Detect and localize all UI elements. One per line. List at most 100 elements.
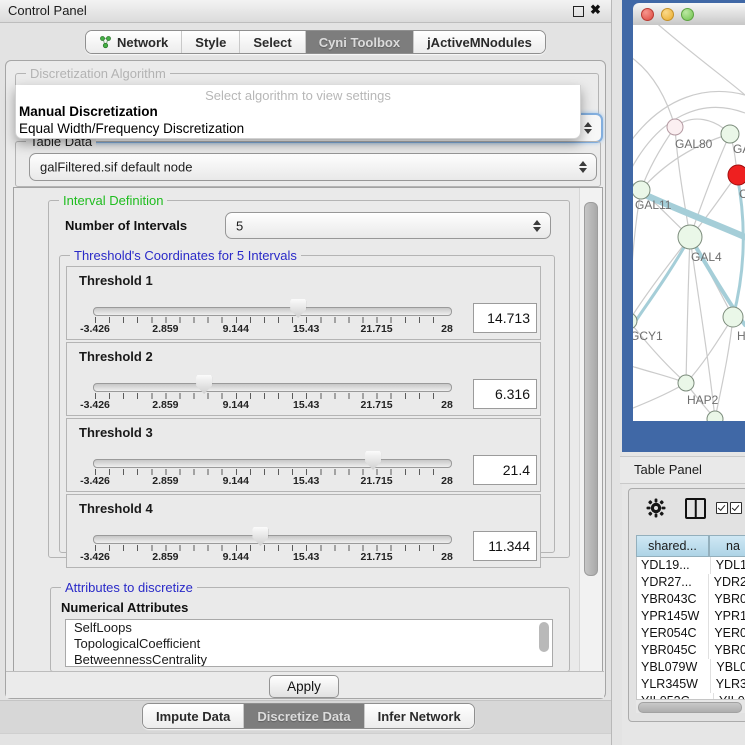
table-row[interactable]: YBR045CYBR0 bbox=[637, 642, 745, 659]
close-traffic-light-icon[interactable] bbox=[641, 8, 654, 21]
tick-label: 28 bbox=[441, 475, 453, 487]
threshold-value-field[interactable]: 6.316 bbox=[473, 379, 537, 409]
cell-name[interactable]: YBR0 bbox=[709, 642, 745, 659]
table-panel-container: shared... na YDL19...YDL1YDR27...YDR2YBR… bbox=[628, 488, 745, 722]
threshold-slider-track[interactable] bbox=[93, 459, 452, 468]
bottom-tab-infer-network[interactable]: Infer Network bbox=[365, 704, 474, 728]
bottom-tab-impute-data[interactable]: Impute Data bbox=[143, 704, 244, 728]
settings-scrollbar-thumb[interactable] bbox=[584, 202, 598, 576]
cell-shared-name[interactable]: YDL19... bbox=[637, 557, 711, 574]
algorithm-option-manual[interactable]: Manual Discretization bbox=[19, 104, 158, 119]
tick-label: 2.859 bbox=[152, 323, 178, 335]
cell-shared-name[interactable]: YER054C bbox=[637, 625, 709, 642]
checkbox-filter-icon[interactable] bbox=[716, 502, 728, 514]
tab-label: Style bbox=[195, 35, 226, 50]
threshold-label: Threshold 1 bbox=[79, 273, 153, 288]
threshold-value-field[interactable]: 11.344 bbox=[473, 531, 537, 561]
cell-name[interactable]: YER0 bbox=[709, 625, 745, 642]
tab-style[interactable]: Style bbox=[182, 31, 240, 53]
tick-label: 9.144 bbox=[223, 475, 249, 487]
minimize-traffic-light-icon[interactable] bbox=[661, 8, 674, 21]
attributes-group-label: Attributes to discretize bbox=[61, 580, 197, 595]
table-row[interactable]: YDL19...YDL1 bbox=[637, 557, 745, 574]
table-rows[interactable]: YDL19...YDL1YDR27...YDR2YBR043CYBR0YPR14… bbox=[636, 557, 745, 699]
bottom-tab-discretize-data[interactable]: Discretize Data bbox=[244, 704, 364, 728]
cell-name[interactable]: YDR2 bbox=[709, 574, 745, 591]
network-edge-highlighted[interactable] bbox=[633, 237, 690, 335]
tick-label: 15.43 bbox=[293, 399, 319, 411]
combobox-arrows-icon bbox=[578, 161, 587, 173]
cell-shared-name[interactable]: YBR045C bbox=[637, 642, 709, 659]
tab-label: Cyni Toolbox bbox=[319, 35, 400, 50]
table-row[interactable]: YPR145WYPR1 bbox=[637, 608, 745, 625]
table-row[interactable]: YDR27...YDR2 bbox=[637, 574, 745, 591]
column-header-shared-name[interactable]: shared... bbox=[636, 535, 709, 557]
network-edge[interactable] bbox=[690, 237, 715, 419]
tab-cyni-toolbox[interactable]: Cyni Toolbox bbox=[306, 31, 414, 53]
table-hscrollbar-thumb[interactable] bbox=[638, 702, 742, 713]
float-window-icon[interactable] bbox=[573, 6, 584, 17]
tab-jactivemnodules[interactable]: jActiveMNodules bbox=[414, 31, 545, 53]
threshold-slider-track[interactable] bbox=[93, 307, 452, 316]
threshold-value-field[interactable]: 21.4 bbox=[473, 455, 537, 485]
network-edge[interactable] bbox=[641, 127, 675, 190]
table-data-combobox[interactable]: galFiltered.sif default node bbox=[29, 153, 597, 181]
cell-shared-name[interactable]: YBL079W bbox=[637, 659, 711, 676]
network-node-green[interactable] bbox=[633, 181, 650, 199]
panel-divider[interactable] bbox=[612, 0, 622, 745]
table-row[interactable]: YLR345WYLR3 bbox=[637, 676, 745, 693]
tab-network[interactable]: Network bbox=[86, 31, 182, 53]
settings-scrollbar-track[interactable] bbox=[579, 188, 602, 672]
cell-name[interactable]: YDL1 bbox=[711, 557, 745, 574]
threshold-box-1: Threshold 1-3.4262.8599.14415.4321.71528… bbox=[66, 266, 541, 340]
cell-shared-name[interactable]: YDR27... bbox=[637, 574, 709, 591]
column-header-name[interactable]: na bbox=[709, 535, 745, 557]
attribute-list-item[interactable]: SelfLoops bbox=[66, 620, 552, 636]
network-node-green[interactable] bbox=[633, 313, 637, 329]
network-node-green[interactable] bbox=[723, 307, 743, 327]
cell-name[interactable]: YBL0 bbox=[711, 659, 745, 676]
table-settings-gear-icon[interactable] bbox=[646, 498, 666, 518]
slider-tick-labels: -3.4262.8599.14415.4321.71528 bbox=[95, 475, 447, 487]
threshold-slider-track[interactable] bbox=[93, 383, 452, 392]
network-node-pink[interactable] bbox=[667, 119, 683, 135]
cell-name[interactable]: YPR1 bbox=[709, 608, 745, 625]
algorithm-option-equal-width[interactable]: Equal Width/Frequency Discretization bbox=[19, 121, 244, 136]
tick-label: 9.144 bbox=[223, 399, 249, 411]
numerical-attributes-list[interactable]: SelfLoopsTopologicalCoefficientBetweenne… bbox=[65, 619, 553, 667]
network-node-green[interactable] bbox=[678, 225, 702, 249]
combobox-arrows-icon bbox=[583, 122, 592, 134]
column-visibility-icon[interactable] bbox=[685, 498, 706, 519]
zoom-traffic-light-icon[interactable] bbox=[681, 8, 694, 21]
checkbox-filter-icon[interactable] bbox=[730, 502, 742, 514]
number-of-intervals-combobox[interactable]: 5 bbox=[225, 212, 551, 239]
cell-shared-name[interactable]: YLR345W bbox=[637, 676, 711, 693]
table-row[interactable]: YBR043CYBR0 bbox=[637, 591, 745, 608]
tab-select[interactable]: Select bbox=[240, 31, 305, 53]
threshold-box-4: Threshold 4-3.4262.8599.14415.4321.71528… bbox=[66, 494, 541, 568]
network-edge[interactable] bbox=[633, 383, 686, 410]
table-row[interactable]: YER054CYER0 bbox=[637, 625, 745, 642]
table-hscrollbar-track[interactable] bbox=[636, 699, 745, 713]
network-canvas[interactable]: GAL80GACGAL11GAL4GCY1HHAP2 bbox=[633, 25, 745, 421]
apply-button[interactable]: Apply bbox=[269, 675, 339, 698]
threshold-slider-track[interactable] bbox=[93, 535, 452, 544]
cell-name[interactable]: YBR0 bbox=[709, 591, 745, 608]
network-node-red[interactable] bbox=[728, 165, 745, 185]
threshold-value-field[interactable]: 14.713 bbox=[473, 303, 537, 333]
cell-shared-name[interactable]: YPR145W bbox=[637, 608, 709, 625]
cell-name[interactable]: YLR3 bbox=[711, 676, 745, 693]
network-node-green[interactable] bbox=[721, 125, 739, 143]
network-edge[interactable] bbox=[653, 25, 745, 95]
tick-label: 28 bbox=[441, 399, 453, 411]
attribute-list-item[interactable]: BetweennessCentrality bbox=[66, 652, 552, 667]
close-panel-icon[interactable]: ✖ bbox=[590, 2, 601, 18]
network-node-green[interactable] bbox=[678, 375, 694, 391]
network-edge[interactable] bbox=[686, 237, 690, 383]
network-window-titlebar[interactable] bbox=[633, 3, 745, 26]
attribute-list-item[interactable]: TopologicalCoefficient bbox=[66, 636, 552, 652]
attributes-scrollbar[interactable] bbox=[539, 622, 549, 652]
table-row[interactable]: YBL079WYBL0 bbox=[637, 659, 745, 676]
cell-shared-name[interactable]: YBR043C bbox=[637, 591, 709, 608]
network-graph bbox=[633, 25, 745, 421]
